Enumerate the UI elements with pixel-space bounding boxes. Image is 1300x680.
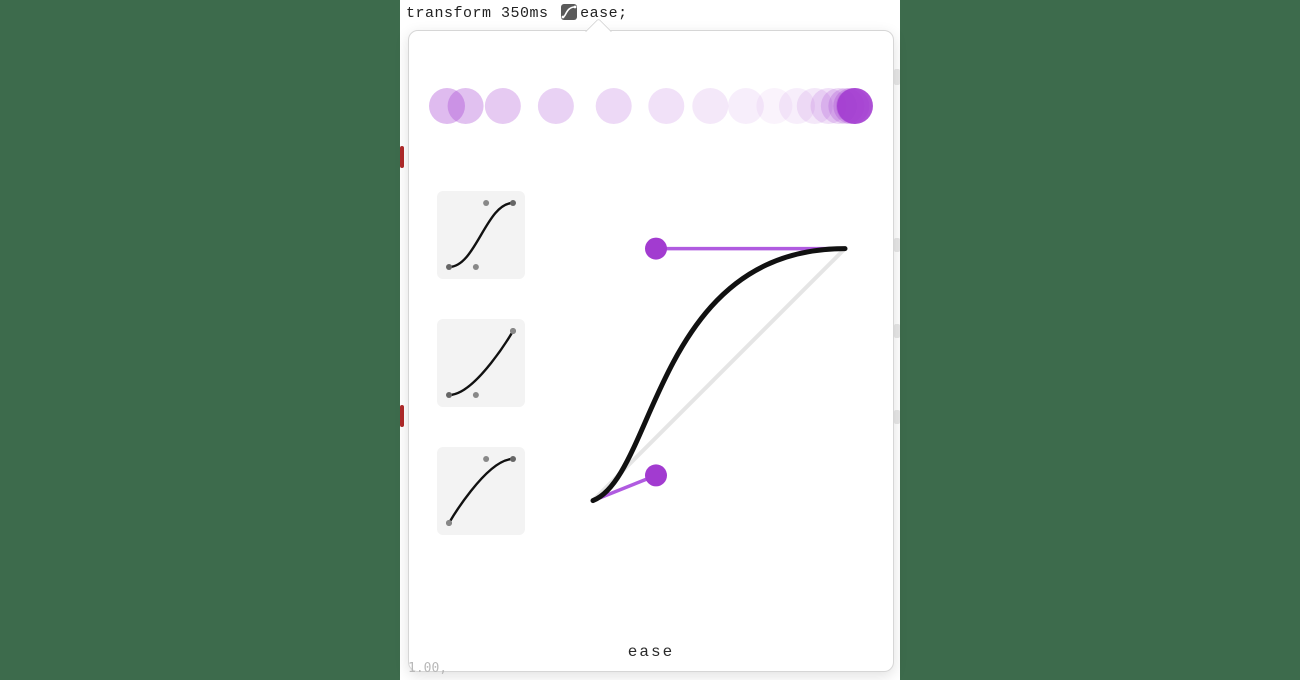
bezier-editor-popover: ease: [408, 30, 894, 672]
preset-ease-in[interactable]: [437, 319, 525, 407]
background-chip: [894, 410, 900, 424]
preset-ease-out[interactable]: [437, 447, 525, 535]
page-rail-right: [900, 0, 1300, 680]
background-chip: [894, 324, 900, 338]
timing-preview-strip: [429, 71, 873, 141]
gutter-marker: [400, 146, 404, 168]
bezier-swatch-icon[interactable]: [561, 4, 577, 20]
bezier-handle-p1[interactable]: [645, 464, 667, 486]
popover-arrow-icon: [585, 18, 612, 45]
background-chip: [894, 238, 900, 252]
preset-list: [437, 191, 533, 575]
code-property: transform: [406, 5, 492, 22]
css-transition-line: transform 350ms ease;: [406, 4, 900, 22]
bezier-curve-editor[interactable]: [579, 191, 859, 551]
code-terminator: ;: [618, 5, 628, 22]
page-rail-left: [0, 0, 400, 680]
preset-ease-in-out[interactable]: [437, 191, 525, 279]
background-code-stub: 1.00,: [408, 661, 447, 676]
background-chip: [894, 69, 900, 85]
center-stage: transform 350ms ease;: [400, 0, 900, 680]
curve-name-label: ease: [409, 643, 893, 661]
code-duration: 350ms: [501, 5, 549, 22]
gutter-marker: [400, 405, 404, 427]
bezier-handle-p2[interactable]: [645, 238, 667, 260]
